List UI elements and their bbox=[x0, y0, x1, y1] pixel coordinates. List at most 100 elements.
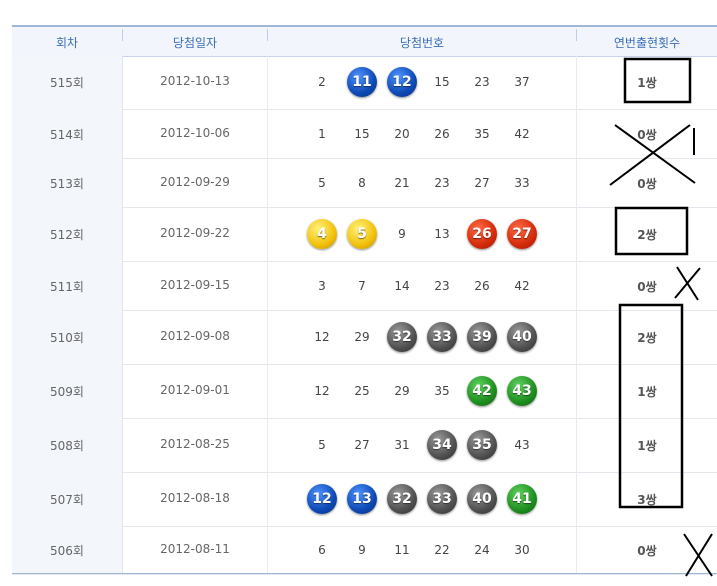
round-label: 515회 bbox=[50, 76, 84, 90]
round-label: 508회 bbox=[50, 439, 84, 453]
date-label: 2012-09-29 bbox=[160, 174, 230, 189]
date-cell: 2012-09-29 bbox=[123, 158, 268, 207]
lotto-ball: 12 bbox=[387, 67, 417, 97]
table-row: 508회 2012-08-25 5 27 31 34 35 43 1쌍 bbox=[12, 418, 717, 473]
lotto-number: 27 bbox=[474, 175, 490, 190]
date-label: 2012-10-06 bbox=[160, 125, 230, 140]
count-cell: 2쌍 bbox=[577, 207, 717, 261]
lotto-number: 22 bbox=[434, 543, 450, 557]
round-label: 513회 bbox=[50, 176, 84, 191]
lotto-ball: 13 bbox=[347, 484, 377, 514]
count-label: 0쌍 bbox=[637, 127, 657, 142]
lotto-number: 23 bbox=[474, 75, 490, 89]
lotto-number: 42 bbox=[514, 126, 530, 141]
round-label: 514회 bbox=[50, 127, 84, 142]
lotto-ball: 32 bbox=[387, 484, 417, 514]
count-label: 0쌍 bbox=[637, 279, 657, 294]
numbers-cell: 1 15 20 26 35 42 bbox=[268, 109, 577, 158]
lotto-number: 33 bbox=[514, 175, 530, 190]
table-row: 513회 2012-09-29 5 8 21 23 27 33 0쌍 bbox=[12, 158, 717, 208]
count-label: 1쌍 bbox=[637, 76, 657, 90]
lotto-number: 1 bbox=[318, 126, 326, 141]
lotto-ball: 40 bbox=[507, 322, 537, 352]
date-label: 2012-10-13 bbox=[160, 74, 230, 88]
lotto-number: 23 bbox=[434, 278, 450, 293]
lotto-number: 27 bbox=[354, 438, 370, 452]
table-row: 512회 2012-09-22 4 5 9 13 26 27 2쌍 bbox=[12, 207, 717, 262]
lotto-number: 5 bbox=[318, 438, 326, 452]
lotto-number: 26 bbox=[434, 126, 450, 141]
count-label: 0쌍 bbox=[637, 176, 657, 191]
table-bottom-border bbox=[12, 573, 717, 574]
numbers-cell: 2 11 12 15 23 37 bbox=[268, 55, 577, 109]
date-label: 2012-08-18 bbox=[160, 491, 230, 505]
count-cell: 0쌍 bbox=[577, 158, 717, 207]
count-label: 0쌍 bbox=[637, 544, 657, 558]
lotto-ball: 33 bbox=[427, 484, 457, 514]
lotto-number: 31 bbox=[394, 438, 410, 452]
lotto-number: 30 bbox=[514, 543, 530, 557]
table-row: 506회 2012-08-11 6 9 11 22 24 30 0쌍 bbox=[12, 526, 717, 575]
numbers-cell: 12 13 32 33 40 41 bbox=[268, 472, 577, 526]
header-consecutive: 연번출현횟수 bbox=[613, 36, 681, 50]
count-label: 1쌍 bbox=[637, 439, 657, 453]
lotto-number: 12 bbox=[314, 330, 330, 344]
round-cell: 506회 bbox=[12, 526, 123, 574]
header-numbers: 당첨번호 bbox=[399, 36, 445, 50]
round-label: 511회 bbox=[50, 279, 84, 294]
round-cell: 511회 bbox=[12, 261, 123, 310]
date-cell: 2012-09-08 bbox=[123, 310, 268, 364]
round-cell: 514회 bbox=[12, 109, 123, 158]
lotto-number: 26 bbox=[474, 278, 490, 293]
table-row: 514회 2012-10-06 1 15 20 26 35 42 0쌍 bbox=[12, 109, 717, 159]
round-label: 506회 bbox=[50, 544, 84, 558]
lotto-number: 43 bbox=[514, 438, 530, 452]
lotto-ball: 27 bbox=[507, 219, 537, 249]
lotto-number: 29 bbox=[354, 330, 370, 344]
round-label: 512회 bbox=[50, 228, 84, 242]
table-row: 510회 2012-09-08 12 29 32 33 39 40 2쌍 bbox=[12, 310, 717, 365]
date-label: 2012-09-22 bbox=[160, 226, 230, 240]
lotto-number: 3 bbox=[318, 278, 326, 293]
round-label: 510회 bbox=[50, 331, 84, 345]
lotto-ball: 35 bbox=[467, 430, 497, 460]
date-cell: 2012-09-01 bbox=[123, 364, 268, 418]
date-cell: 2012-09-22 bbox=[123, 207, 268, 261]
date-label: 2012-09-01 bbox=[160, 383, 230, 397]
lotto-number: 15 bbox=[434, 75, 450, 89]
lotto-ball: 40 bbox=[467, 484, 497, 514]
date-cell: 2012-10-13 bbox=[123, 55, 268, 109]
count-cell: 1쌍 bbox=[577, 418, 717, 472]
table-row: 515회 2012-10-13 2 11 12 15 23 37 1쌍 bbox=[12, 55, 717, 110]
lotto-number: 6 bbox=[318, 543, 326, 557]
lotto-ball: 11 bbox=[347, 67, 377, 97]
header-round: 회차 bbox=[55, 36, 79, 50]
date-cell: 2012-08-11 bbox=[123, 526, 268, 574]
lotto-number: 8 bbox=[358, 175, 366, 190]
lotto-ball: 42 bbox=[467, 376, 497, 406]
lotto-number: 24 bbox=[474, 543, 490, 557]
lotto-number: 20 bbox=[394, 126, 410, 141]
lotto-number: 35 bbox=[434, 384, 450, 398]
lotto-number: 9 bbox=[398, 227, 406, 241]
count-label: 3쌍 bbox=[637, 493, 657, 507]
lotto-number: 9 bbox=[358, 543, 366, 557]
count-cell: 0쌍 bbox=[577, 109, 717, 158]
count-cell: 0쌍 bbox=[577, 261, 717, 310]
round-cell: 515회 bbox=[12, 55, 123, 109]
header-date: 당첨일자 bbox=[172, 36, 218, 50]
lotto-ball: 5 bbox=[347, 219, 377, 249]
round-cell: 509회 bbox=[12, 364, 123, 418]
date-cell: 2012-09-15 bbox=[123, 261, 268, 310]
count-cell: 3쌍 bbox=[577, 472, 717, 526]
lotto-number: 15 bbox=[354, 126, 370, 141]
round-label: 509회 bbox=[50, 385, 84, 399]
date-cell: 2012-08-25 bbox=[123, 418, 268, 472]
numbers-cell: 3 7 14 23 26 42 bbox=[268, 261, 577, 310]
count-label: 2쌍 bbox=[637, 331, 657, 345]
lotto-number: 35 bbox=[474, 126, 490, 141]
lotto-number: 2 bbox=[318, 75, 326, 89]
lotto-number: 7 bbox=[358, 278, 366, 293]
lotto-ball: 26 bbox=[467, 219, 497, 249]
lotto-ball: 34 bbox=[427, 430, 457, 460]
